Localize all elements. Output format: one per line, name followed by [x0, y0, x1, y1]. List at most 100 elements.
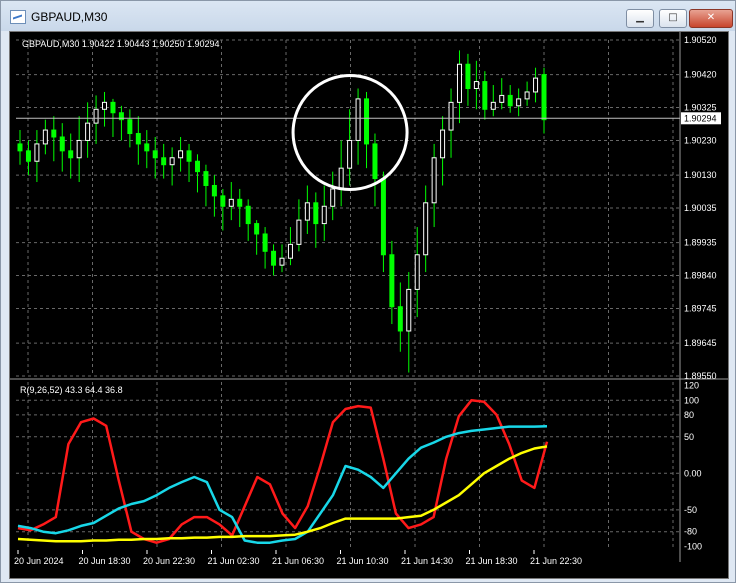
candle-down — [110, 101, 116, 114]
candle-up — [423, 202, 429, 256]
candle-down — [262, 233, 268, 252]
price-tick-label: 1.90130 — [684, 170, 717, 180]
maximize-button[interactable]: □ — [659, 9, 687, 28]
candle-down — [144, 143, 150, 152]
price-tick-label: 1.89840 — [684, 271, 717, 281]
candle-up — [414, 254, 420, 290]
indicator-tick-label: 100 — [684, 395, 699, 405]
price-tick-label: 1.90420 — [684, 70, 717, 80]
chart-window-icon — [10, 10, 26, 24]
candle-down — [203, 171, 209, 186]
time-tick-label: 21 Jun 06:30 — [272, 556, 324, 566]
close-icon: ✕ — [706, 12, 716, 23]
candle-down — [541, 74, 547, 121]
time-tick-label: 20 Jun 18:30 — [79, 556, 131, 566]
time-tick-label: 21 Jun 10:30 — [337, 556, 389, 566]
candle-up — [533, 77, 539, 93]
candle-up — [102, 101, 108, 110]
candle-down — [127, 119, 133, 135]
price-tick-label: 1.90325 — [684, 103, 717, 113]
candle-up — [516, 98, 522, 107]
price-tick-label: 1.90230 — [684, 135, 717, 145]
candle-up — [440, 129, 446, 159]
candle-up — [338, 167, 344, 190]
candle-up — [304, 202, 310, 221]
candle-down — [380, 178, 386, 256]
candle-down — [135, 133, 141, 145]
candle-up — [279, 257, 285, 266]
candle-down — [271, 250, 277, 266]
candle-down — [245, 205, 251, 225]
candle-down — [194, 160, 200, 173]
candle-down — [68, 150, 74, 159]
candle-up — [287, 243, 293, 259]
chart-window: GBPAUD,M30 ▁ □ ✕ 1.90294 1.90520 1.90420 1… — [0, 0, 736, 583]
indicator-tick-label: -50 — [684, 505, 697, 515]
price-tick-label: 1.89550 — [684, 371, 717, 381]
candle-up — [330, 188, 336, 207]
candle-down — [25, 150, 31, 162]
indicator-tick-label: 50 — [684, 432, 694, 442]
candle-up — [499, 94, 505, 103]
candle-down — [482, 81, 488, 110]
time-tick-label: 21 Jun 02:30 — [208, 556, 260, 566]
indicator-tick-label: -80 — [684, 527, 697, 537]
time-tick-label: 21 Jun 22:30 — [530, 556, 582, 566]
candle-up — [296, 219, 302, 245]
candle-up — [473, 81, 479, 89]
price-header: GBPAUD,M30 1.90422 1.90443 1.90250 1.902… — [22, 39, 219, 49]
close-button[interactable]: ✕ — [689, 9, 733, 28]
price-tick-label: 1.89645 — [684, 338, 717, 348]
candle-up — [347, 139, 353, 169]
current-price-label: 1.90294 — [684, 113, 717, 123]
minimize-button[interactable]: ▁ — [626, 9, 654, 28]
candle-down — [389, 254, 395, 308]
window-title: GBPAUD,M30 — [31, 10, 108, 24]
candle-up — [34, 143, 40, 162]
candle-down — [211, 184, 217, 197]
indicator-tick-label: 80 — [684, 410, 694, 420]
candle-up — [490, 101, 496, 110]
candle-up — [178, 150, 184, 159]
candle-up — [524, 91, 530, 100]
candle-down — [59, 136, 65, 152]
candle-up — [76, 139, 82, 159]
candle-down — [507, 94, 513, 107]
price-tick-label: 1.89935 — [684, 238, 717, 248]
candle-down — [465, 63, 471, 89]
candle-up — [456, 63, 462, 103]
candle-down — [220, 195, 226, 207]
candle-down — [397, 306, 403, 332]
candle-down — [237, 198, 243, 207]
candle-down — [364, 98, 370, 145]
time-tick-label: 21 Jun 14:30 — [401, 556, 453, 566]
price-chart-svg[interactable]: 1.90294 1.90520 1.90420 1.90325 1.90230 1.90… — [10, 32, 728, 578]
candle-up — [406, 288, 412, 332]
candle-up — [321, 205, 327, 225]
time-tick-label: 21 Jun 18:30 — [466, 556, 518, 566]
indicator-tick-label: 0.00 — [684, 468, 702, 478]
candle-down — [254, 223, 260, 235]
candle-down — [186, 150, 192, 162]
candle-down — [152, 150, 158, 159]
candle-up — [42, 129, 48, 145]
candle-up — [448, 101, 454, 131]
candle-down — [372, 143, 378, 180]
candle-up — [93, 108, 99, 124]
price-tick-label: 1.90520 — [684, 35, 717, 45]
candle-down — [161, 157, 167, 166]
candle-up — [355, 98, 361, 141]
price-tick-label: 1.90035 — [684, 203, 717, 213]
candle-down — [17, 143, 23, 152]
indicator-tick-label: -100 — [684, 541, 702, 551]
chart-area[interactable]: 1.90294 1.90520 1.90420 1.90325 1.90230 1.90… — [9, 31, 729, 579]
candle-up — [228, 198, 234, 207]
indicator-tick-label: 120 — [684, 381, 699, 391]
price-tick-label: 1.89745 — [684, 303, 717, 313]
time-tick-label: 20 Jun 2024 — [14, 556, 64, 566]
candle-up — [85, 122, 91, 141]
maximize-icon: □ — [668, 12, 678, 23]
candle-down — [313, 202, 319, 225]
title-bar[interactable]: GBPAUD,M30 ▁ □ ✕ — [1, 1, 735, 31]
candle-up — [431, 157, 437, 204]
